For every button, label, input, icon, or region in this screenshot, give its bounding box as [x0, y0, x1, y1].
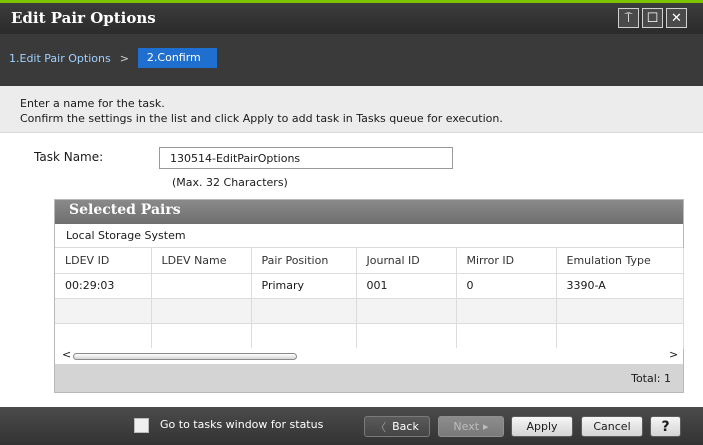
close-icon[interactable]: ✕ [666, 8, 687, 28]
scroll-left-icon[interactable]: < [62, 348, 71, 361]
table-cell [150, 272, 252, 299]
edit-pair-options-dialog: Edit Pair Options ⍑ ☐ ✕ 1.Edit Pair Opti… [0, 0, 703, 445]
step-edit-pair-options[interactable]: 1.Edit Pair Options [0, 52, 111, 65]
table-cell [355, 322, 457, 349]
panel-footer: Total: 1 [55, 364, 683, 392]
tasks-window-checkbox-label[interactable]: Go to tasks window for status [160, 418, 323, 431]
task-name-label: Task Name: [34, 150, 104, 164]
column-header-mirror-id[interactable]: Mirror ID [455, 248, 557, 274]
table-cell: 3390-A [555, 272, 684, 299]
back-button-label: Back [392, 420, 419, 433]
table-cell [250, 297, 357, 324]
maximize-icon[interactable]: ☐ [642, 8, 663, 28]
table-cell [55, 297, 152, 324]
help-button[interactable]: ? [650, 416, 681, 437]
instruction-line-1: Enter a name for the task. [20, 97, 165, 110]
table-cell: 0 [455, 272, 557, 299]
apply-button[interactable]: Apply [511, 416, 573, 437]
task-name-input[interactable] [159, 147, 453, 169]
column-header-pair-position[interactable]: Pair Position [250, 248, 357, 274]
dialog-title: Edit Pair Options [11, 9, 156, 27]
cancel-button[interactable]: Cancel [581, 416, 643, 437]
breadcrumb-separator: > [119, 51, 129, 65]
table-row [55, 297, 684, 324]
table-cell [555, 322, 684, 349]
table-row[interactable]: 00:29:03 Primary 001 0 3390-A [55, 272, 684, 299]
table-cell [150, 322, 252, 349]
column-header-ldev-id[interactable]: LDEV ID [55, 248, 152, 274]
column-header-ldev-name[interactable]: LDEV Name [150, 248, 252, 274]
back-button[interactable]: 〈 Back [364, 416, 430, 437]
next-button: Next ▸ [438, 416, 504, 437]
table-cell [55, 322, 152, 349]
table-cell [250, 322, 357, 349]
breadcrumb: 1.Edit Pair Options > 2.Confirm [0, 48, 217, 68]
table-cell: 001 [355, 272, 457, 299]
table-cell [355, 297, 457, 324]
panel-header: Selected Pairs [55, 200, 683, 224]
chevron-right-icon: ▸ [483, 420, 489, 433]
tasks-window-checkbox[interactable] [134, 418, 149, 433]
storage-system-label: Local Storage System [55, 224, 683, 248]
chevron-left-icon: 〈 [375, 420, 387, 434]
pairs-table: LDEV ID LDEV Name Pair Position Journal … [55, 248, 684, 349]
table-cell [555, 297, 684, 324]
panel-title: Selected Pairs [69, 202, 181, 218]
table-cell: Primary [250, 272, 357, 299]
total-count: Total: 1 [631, 372, 671, 385]
column-header-emulation-type[interactable]: Emulation Type [555, 248, 684, 274]
action-bar: Go to tasks window for status 〈 Back Nex… [0, 407, 703, 445]
selected-pairs-panel: Selected Pairs Local Storage System LDEV… [54, 199, 684, 393]
step-confirm: 2.Confirm [137, 48, 217, 68]
instruction-panel: Enter a name for the task. Confirm the s… [0, 86, 703, 133]
instruction-line-2: Confirm the settings in the list and cli… [20, 112, 503, 125]
table-cell [455, 297, 557, 324]
next-button-label: Next [453, 420, 480, 433]
horizontal-scrollbar[interactable]: < > [55, 348, 683, 364]
column-header-journal-id[interactable]: Journal ID [355, 248, 457, 274]
title-bar: Edit Pair Options ⍑ ☐ ✕ [0, 0, 703, 34]
wizard-steps: 1.Edit Pair Options > 2.Confirm [0, 34, 703, 86]
table-row [55, 322, 684, 349]
task-name-hint: (Max. 32 Characters) [172, 176, 288, 189]
scrollbar-thumb[interactable] [73, 353, 297, 360]
table-cell: 00:29:03 [55, 272, 152, 299]
pin-icon[interactable]: ⍑ [618, 8, 639, 28]
table-cell [150, 297, 252, 324]
table-header-row: LDEV ID LDEV Name Pair Position Journal … [55, 248, 684, 274]
table-cell [455, 322, 557, 349]
scroll-right-icon[interactable]: > [669, 348, 678, 361]
